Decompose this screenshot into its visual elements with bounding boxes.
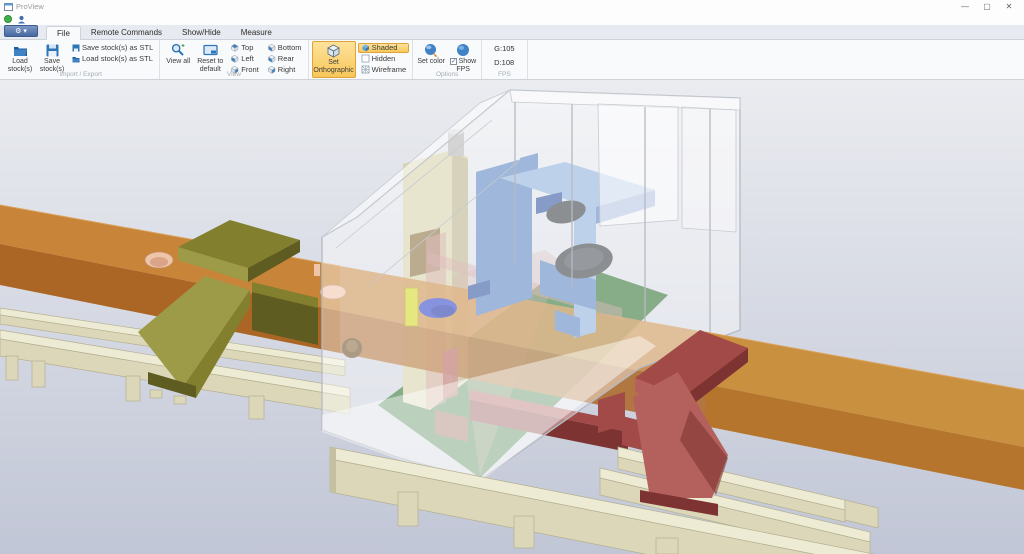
monitor-icon bbox=[203, 42, 218, 58]
wireframe-box-icon bbox=[361, 65, 370, 74]
tab-show-hide[interactable]: Show/Hide bbox=[172, 26, 231, 39]
viewport-3d[interactable] bbox=[0, 80, 1024, 554]
hidden-button[interactable]: Hidden bbox=[358, 54, 410, 64]
app-icon bbox=[4, 3, 13, 11]
fps-sphere-icon bbox=[456, 42, 470, 58]
group-label: View bbox=[160, 71, 307, 78]
save-stl-icon bbox=[72, 44, 80, 52]
cube-bottom-icon bbox=[267, 43, 276, 52]
title-bar: ProView — ▢ ✕ bbox=[0, 0, 1024, 13]
set-orthographic-button[interactable]: Set Orthographic bbox=[312, 41, 356, 78]
save-icon bbox=[46, 42, 59, 58]
show-fps-button[interactable]: ✓ Show FPS bbox=[448, 41, 478, 74]
window-title: ProView bbox=[16, 2, 44, 11]
group-options: Set color ✓ Show FPS Options bbox=[413, 40, 482, 79]
save-stl-button[interactable]: Save stock(s) as STL bbox=[69, 43, 156, 53]
quick-access-toolbar bbox=[0, 13, 1024, 25]
color-sphere-icon bbox=[424, 42, 439, 58]
group-label: FPS bbox=[482, 71, 526, 78]
magnifier-icon bbox=[171, 42, 185, 58]
ortho-cube-icon bbox=[326, 43, 341, 59]
tab-file[interactable]: File bbox=[46, 26, 81, 40]
cube-front-icon bbox=[230, 54, 239, 63]
load-stl-button[interactable]: Load stock(s) as STL bbox=[69, 54, 156, 64]
close-button[interactable]: ✕ bbox=[998, 1, 1020, 13]
shaded-button[interactable]: Shaded bbox=[358, 43, 410, 53]
group-label: Options bbox=[413, 71, 481, 78]
gpu-fps-value: G:105 bbox=[494, 44, 514, 53]
shaded-cube-icon bbox=[361, 43, 370, 52]
tab-remote-commands[interactable]: Remote Commands bbox=[81, 26, 172, 39]
set-color-button[interactable]: Set color bbox=[416, 41, 446, 66]
ribbon-tab-row: ⚙ ▾ File Remote Commands Show/Hide Measu… bbox=[0, 25, 1024, 40]
view-rear-button[interactable]: Rear bbox=[264, 54, 305, 64]
maximize-button[interactable]: ▢ bbox=[976, 1, 998, 13]
load-stl-icon bbox=[72, 55, 80, 63]
view-all-button[interactable]: View all bbox=[163, 41, 193, 66]
tab-measure[interactable]: Measure bbox=[231, 26, 282, 39]
app-menu-button[interactable]: ⚙ ▾ bbox=[4, 25, 38, 37]
show-fps-checkbox[interactable]: ✓ bbox=[450, 58, 457, 65]
proview-window: ProView — ▢ ✕ ⚙ ▾ File Remote Commands S… bbox=[0, 0, 1024, 554]
group-view: View all Reset to default bbox=[160, 40, 308, 79]
folder-open-icon bbox=[13, 42, 28, 58]
reset-view-button[interactable]: Reset to default bbox=[195, 41, 225, 74]
gear-icon: ⚙ bbox=[15, 28, 21, 35]
hidden-box-icon bbox=[361, 54, 370, 63]
display-fps-value: D:108 bbox=[494, 58, 514, 67]
view-front-button[interactable]: Left bbox=[227, 54, 262, 64]
caret-down-icon: ▾ bbox=[23, 28, 27, 35]
group-label: Import / Export bbox=[2, 71, 159, 78]
minimize-button[interactable]: — bbox=[954, 1, 976, 13]
load-stocks-button[interactable]: Load stock(s) bbox=[5, 41, 35, 74]
group-display: Set Orthographic Shaded Hidden bbox=[309, 40, 414, 79]
quick-access-icon[interactable] bbox=[17, 15, 26, 24]
save-stocks-button[interactable]: Save stock(s) bbox=[37, 41, 67, 74]
group-import-export: Load stock(s) Save stock(s) Sav bbox=[2, 40, 160, 79]
view-top-button[interactable]: Top bbox=[227, 43, 262, 53]
group-fps: G:105 D:108 FPS bbox=[482, 40, 527, 79]
ribbon: Load stock(s) Save stock(s) Sav bbox=[0, 40, 1024, 80]
wireframe-button[interactable]: Wireframe bbox=[358, 65, 410, 75]
status-dot-icon[interactable] bbox=[4, 15, 12, 23]
cube-rear-icon bbox=[267, 54, 276, 63]
cube-top-icon bbox=[230, 43, 239, 52]
view-bottom-button[interactable]: Bottom bbox=[264, 43, 305, 53]
